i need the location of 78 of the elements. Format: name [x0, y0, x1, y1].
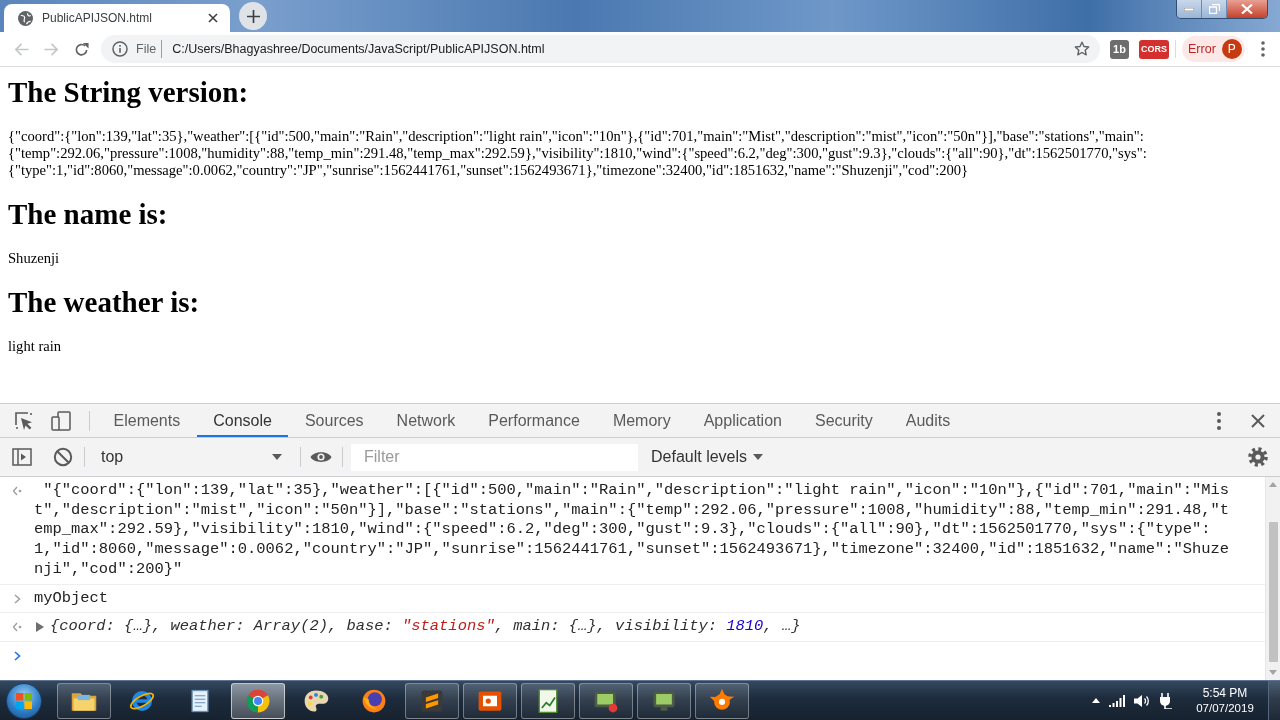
filter-field[interactable]: Filter: [351, 443, 638, 471]
back-arrow-icon: [13, 41, 29, 57]
taskbar-button[interactable]: [579, 682, 633, 719]
context-select[interactable]: top: [90, 443, 290, 471]
page-heading: The name is:: [8, 198, 169, 231]
scrollbar[interactable]: [1265, 477, 1280, 680]
more-vertical-icon: [1217, 411, 1221, 430]
page-heading: The String version:: [8, 76, 250, 109]
prompt-chevron-icon: [13, 650, 21, 661]
extension-button[interactable]: 1b: [1110, 39, 1129, 59]
avatar: P: [1221, 39, 1242, 59]
reload-icon: [73, 41, 89, 57]
forward-arrow-icon: [43, 41, 59, 57]
taskbar-button[interactable]: [637, 682, 691, 719]
object-preview[interactable]: {coord: {…}, weather: Array(2), base: "stations", main: {…}, visibility: 1810, …}: [50, 617, 801, 637]
taskbar-button[interactable]: [405, 682, 459, 719]
clock-time: 5:54 PM: [1202, 685, 1248, 701]
maximize-button[interactable]: [1202, 0, 1227, 18]
scrollbar-thumb[interactable]: [1268, 522, 1278, 662]
close-window-button[interactable]: [1227, 0, 1267, 18]
plus-icon: [246, 9, 260, 23]
close-icon: [1241, 4, 1253, 14]
url-text: C:/Users/Bhagyashree/Documents/JavaScript/PublicAPIJSON.html: [172, 42, 546, 56]
page-text: light rain: [8, 338, 63, 355]
info-icon: [112, 41, 128, 57]
restore-icon: [1208, 4, 1220, 14]
new-tab-button[interactable]: [239, 2, 267, 30]
devtools-tab[interactable]: Application: [687, 404, 799, 437]
page-text: {"coord":{"lon":139,"lat":35},"weather":[{"id":500,"main":"Rain","description":"light rain","icon":"10n"},{"id":701,"main":"Mist","description":"mist","icon":"50n"}],"base":"stations","main":{"temp":292.06,"pressure":1008,"humidity":88,"temp_min":291.48,"temp_max":292.59},"visibility":1810,"wind":{"speed":6.2,"deg":300,"gust":9.3},"clouds":{"all":90},"dt":1562501770,"sys":{"type":1,"id":8060,"message":0.0062,"country":"JP","sunrise":1562441761,"sunset":1562493671},"timezone":32400,"id":1851632,"name":"Shuzenji","cod":200}: [8, 128, 1148, 179]
eye-icon: [310, 450, 332, 464]
minimize-icon: [1184, 7, 1194, 11]
address-field[interactable]: File C:/Users/Bhagyashree/Documents/JavaScript/PublicAPIJSON.html: [101, 35, 1100, 63]
console-output-text: "{"coord":{"lon":139,"lat":35},"weather":[{"id":500,"main":"Rain","description":"light rain","icon":"10n"},{"id":701,"main":"Mist","description":"mist","icon":"50n"}],"base":"stations","main":{"temp":292.06,"pressure":1008,"humidity":88,"temp_min":291.48,"temp_max":292.59},"visibility":1810,"wind":{"speed":6.2,"deg":300,"gust":9.3},"clouds":{"all":90},"dt":1562501770,"sys":{"type":1,"id":8060,"message":0.0062,"country":"JP","sunrise":1562441761,"sunset":1562493671},"timezone":32400,"id":1851632,"name":"Shuzenji","cod":200}": [34, 481, 1230, 580]
devtools-tab[interactable]: Network: [380, 404, 472, 437]
levels-dropdown[interactable]: Default levels: [646, 443, 769, 471]
taskbar-button[interactable]: [463, 682, 517, 719]
start-button[interactable]: [6, 682, 42, 719]
flag-icon: [16, 692, 32, 709]
star-icon: [1074, 41, 1090, 57]
taskbar-button[interactable]: [57, 682, 111, 719]
clear-icon: [53, 447, 73, 467]
taskbar-button[interactable]: [521, 682, 575, 719]
triangle-up-icon: [1092, 698, 1100, 703]
globe-icon: [18, 10, 33, 26]
signal-bars-icon: [1109, 694, 1125, 707]
close-icon: [208, 13, 218, 23]
power-plug-icon: [1159, 692, 1173, 709]
command-text: myObject: [34, 588, 109, 609]
settings-button[interactable]: [1246, 444, 1270, 470]
devtools-tab[interactable]: Security: [798, 404, 890, 437]
speaker-icon: [1134, 693, 1150, 708]
input-chevron-icon: [13, 593, 21, 604]
inspect-icon: [14, 410, 34, 431]
caret-icon: [272, 454, 282, 460]
browser-tab[interactable]: PublicAPIJSON.html: [4, 4, 230, 32]
devtools-tab[interactable]: Memory: [596, 404, 688, 437]
more-vertical-icon: [1260, 41, 1265, 57]
sidebar-icon: [12, 448, 32, 466]
expand-triangle-icon[interactable]: [36, 622, 44, 633]
devices-icon: [51, 410, 71, 431]
devtools-tab[interactable]: Sources: [288, 404, 381, 437]
caret-icon: [753, 454, 764, 460]
extension-button[interactable]: CORS: [1139, 39, 1169, 59]
settings-icon: [1248, 447, 1268, 467]
page-text: Shuzenji: [8, 250, 61, 267]
devtools-tab[interactable]: Audits: [889, 404, 967, 437]
profile-button[interactable]: Error P: [1182, 36, 1245, 62]
clock-date: 07/07/2019: [1196, 700, 1254, 716]
result-arrow-icon: [12, 486, 22, 496]
close-icon: [1251, 413, 1265, 428]
devtools-tab[interactable]: Elements: [97, 404, 197, 437]
scheme-label: File: [136, 42, 157, 56]
result-arrow-icon: [12, 622, 22, 633]
show-desktop-button[interactable]: [1268, 681, 1280, 720]
clock-button[interactable]: 5:54 PM 07/07/2019: [1188, 685, 1262, 716]
taskbar-button[interactable]: [231, 682, 285, 719]
page-heading: The weather is:: [8, 286, 201, 319]
devtools-tab[interactable]: Performance: [471, 404, 597, 437]
